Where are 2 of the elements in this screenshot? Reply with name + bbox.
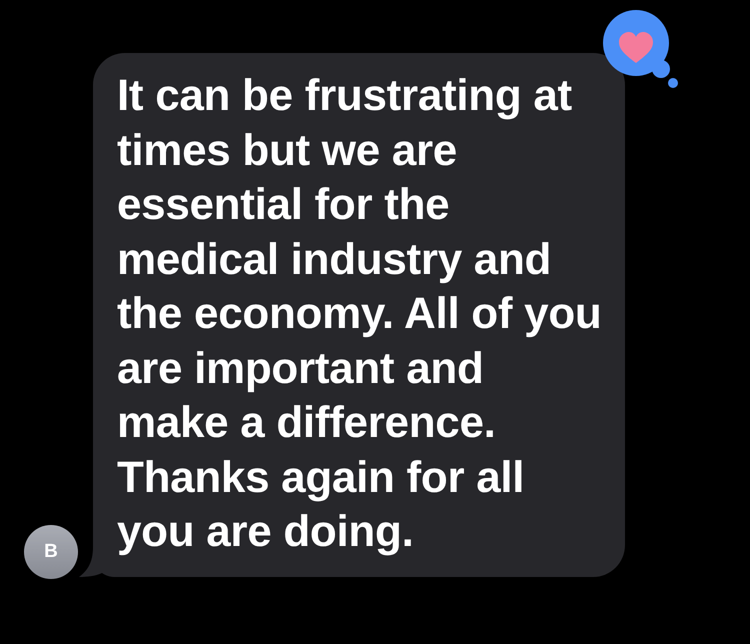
sender-avatar: B <box>24 525 78 579</box>
message-text: It can be frustrating at times but we are essential for the medical industry and the economy. All of you are important and make a difference. Thanks again for all you are doing. <box>117 70 602 558</box>
